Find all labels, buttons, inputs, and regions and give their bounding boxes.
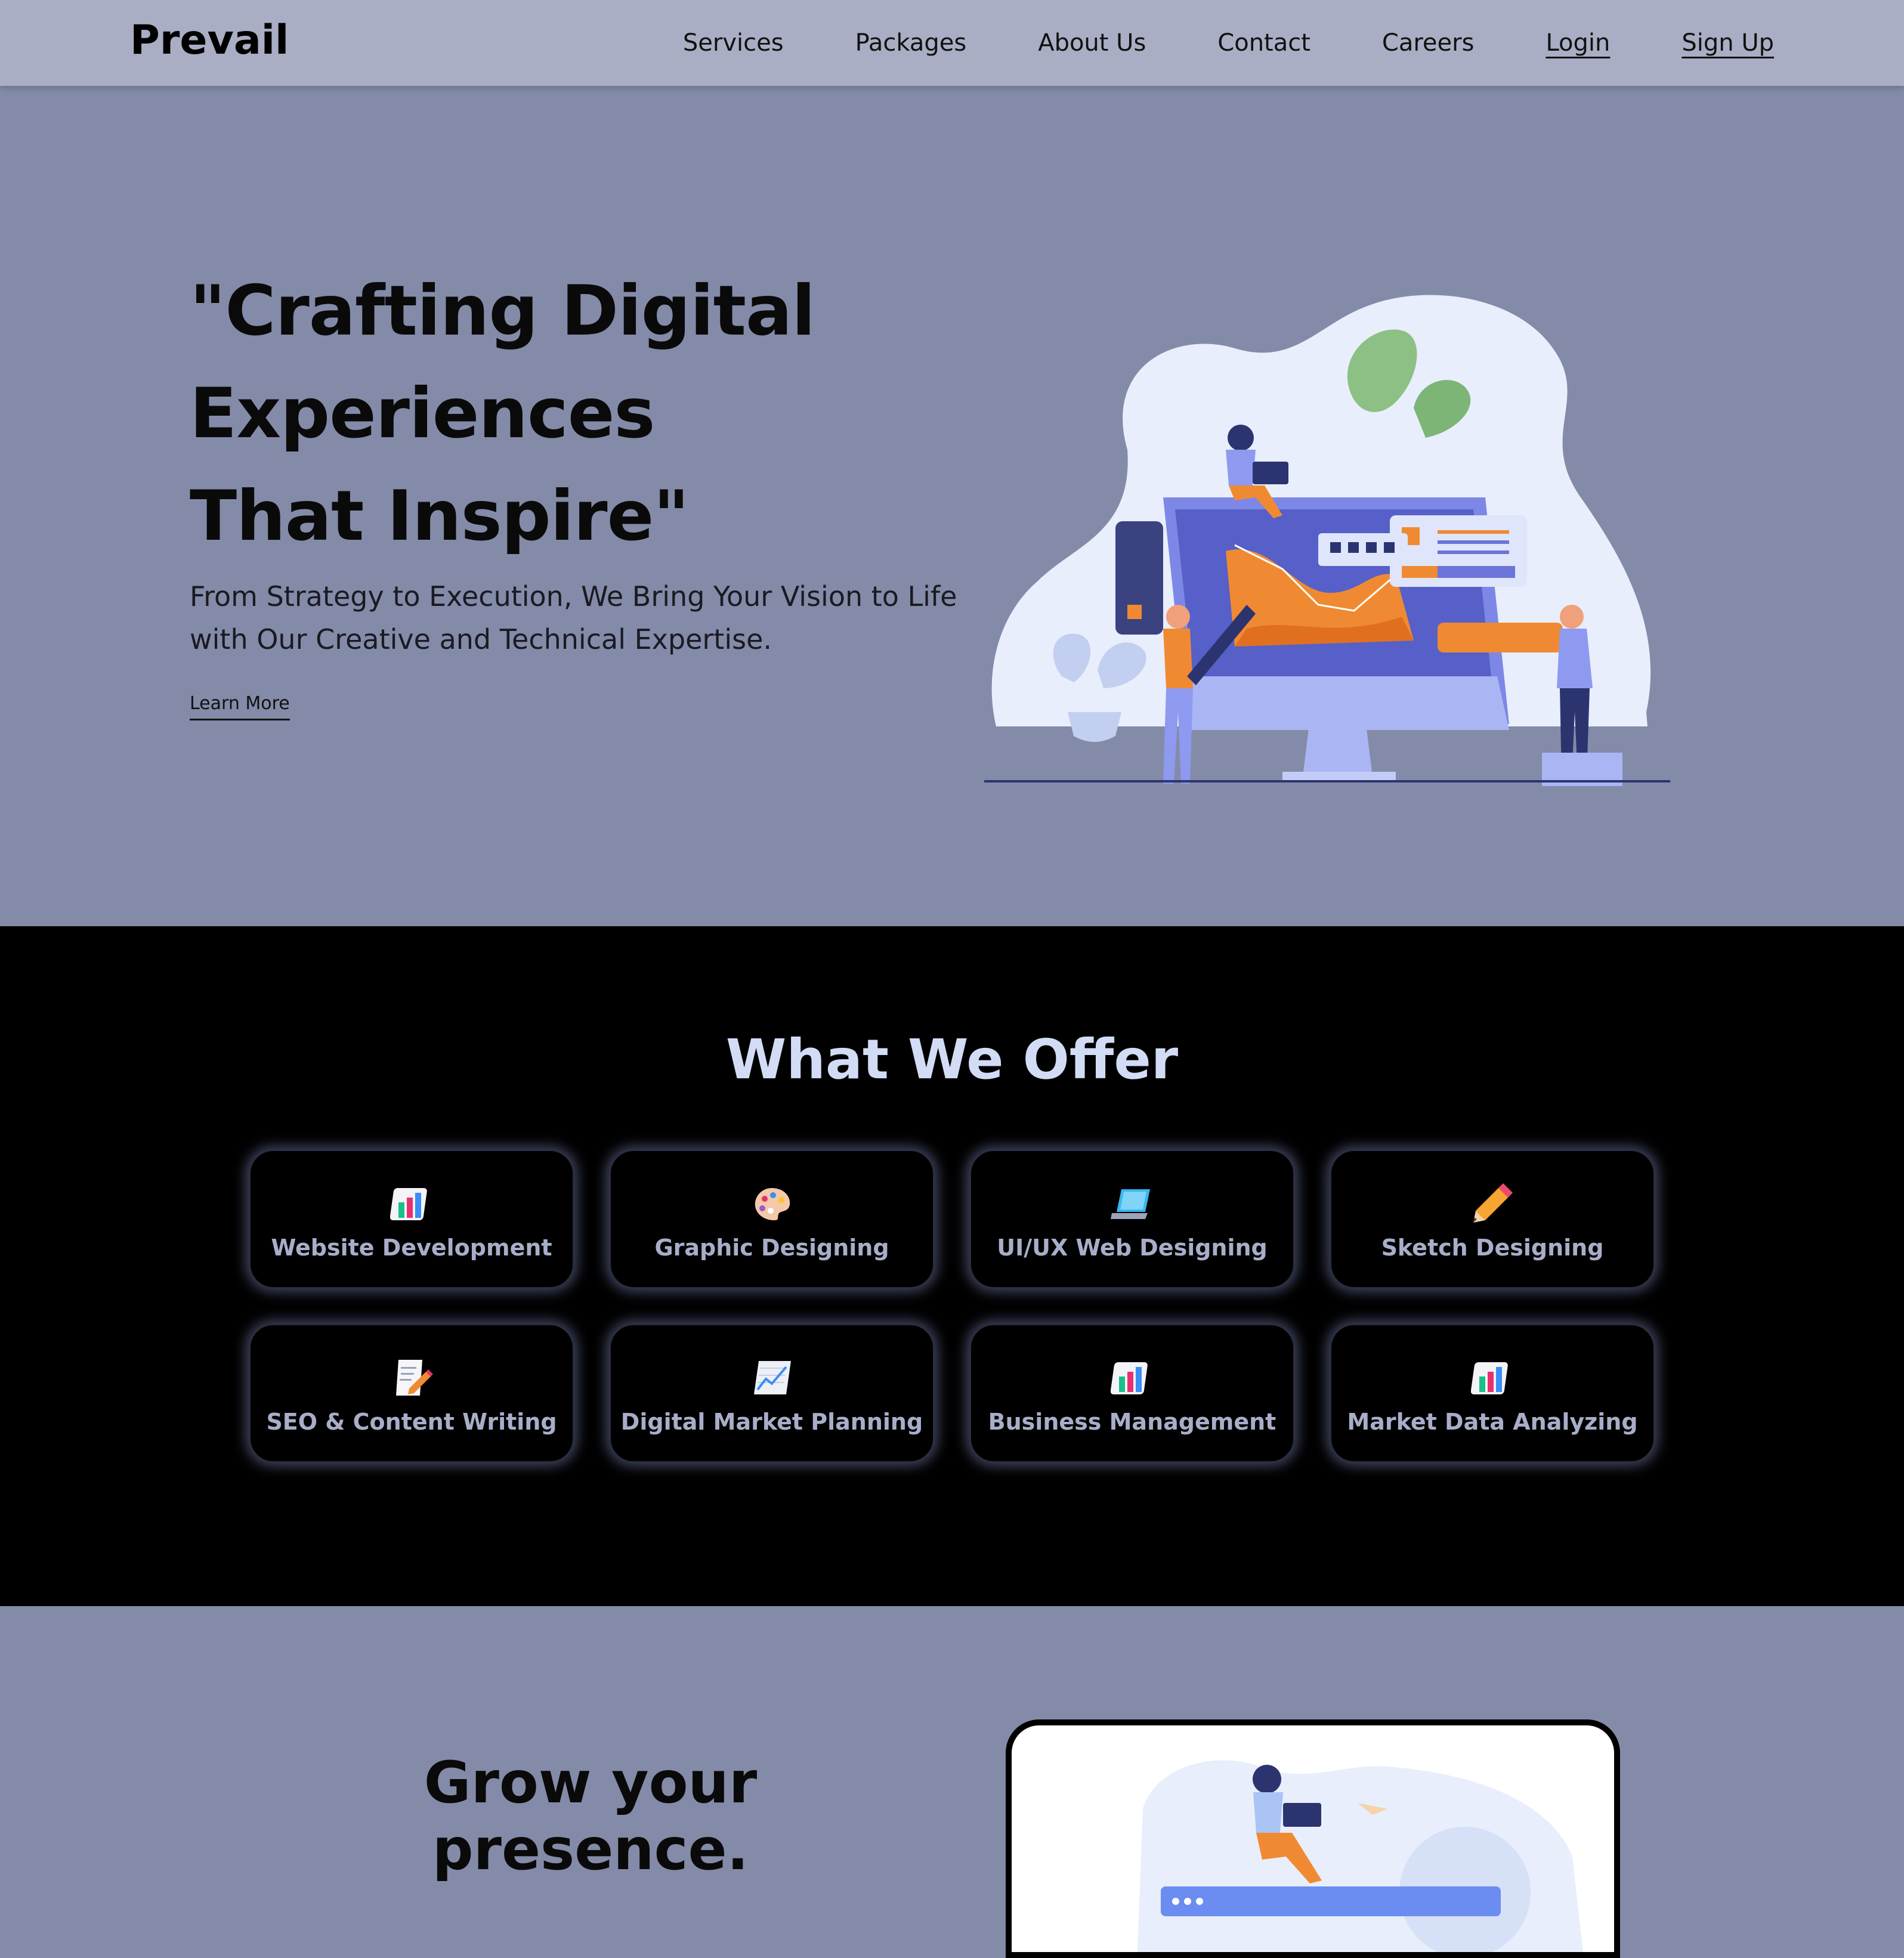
- sign-up-link[interactable]: Sign Up: [1682, 25, 1774, 61]
- nav-item-packages[interactable]: Packages: [855, 25, 967, 61]
- nav-item-about-us[interactable]: About Us: [1038, 25, 1146, 61]
- service-card-label: SEO & Content Writing: [266, 1409, 557, 1435]
- service-card-market-data-analyzing[interactable]: Market Data Analyzing: [1330, 1324, 1655, 1462]
- hero-section: "Crafting Digital Experiences That Inspi…: [0, 86, 1904, 926]
- bar-chart-icon: [251, 1182, 573, 1225]
- hero-subtitle: From Strategy to Execution, We Bring You…: [190, 580, 957, 655]
- nav-item-careers[interactable]: Careers: [1382, 25, 1475, 61]
- laptop-icon: [971, 1182, 1293, 1225]
- learn-more-link[interactable]: Learn More: [190, 693, 290, 720]
- grow-title: Grow your presence.: [424, 1749, 758, 1883]
- service-card-label: Graphic Designing: [654, 1235, 889, 1261]
- memo-icon: [251, 1356, 573, 1399]
- top-navbar: Prevail Services Packages About Us Conta…: [0, 0, 1904, 86]
- offer-title: What We Offer: [725, 1028, 1179, 1091]
- service-card-label: Sketch Designing: [1381, 1235, 1604, 1261]
- hero-title: "Crafting Digital Experiences That Inspi…: [190, 271, 815, 556]
- hero-illustration: [984, 295, 1670, 786]
- service-card-business-management[interactable]: Business Management: [970, 1324, 1294, 1462]
- nav-links: Services Packages About Us Contact Caree…: [683, 25, 1774, 61]
- grow-illustration: [1137, 1760, 1583, 1952]
- service-card-label: Market Data Analyzing: [1347, 1409, 1638, 1435]
- service-card-label: Business Management: [988, 1409, 1276, 1435]
- brand-logo[interactable]: Prevail: [130, 17, 289, 64]
- login-link[interactable]: Login: [1546, 25, 1610, 61]
- nav-item-contact[interactable]: Contact: [1217, 25, 1310, 61]
- pencil-icon: [1331, 1182, 1653, 1225]
- offer-section: What We Offer Website Development Graphi…: [0, 926, 1904, 1606]
- service-card-graphic-designing[interactable]: Graphic Designing: [610, 1150, 934, 1288]
- grow-section: Grow your presence.: [0, 1606, 1904, 1958]
- service-card-label: Website Development: [271, 1235, 552, 1261]
- palette-icon: [611, 1182, 933, 1225]
- bar-chart-icon: [1331, 1356, 1653, 1399]
- service-card-digital-market-planning[interactable]: Digital Market Planning: [610, 1324, 934, 1462]
- bar-chart-icon: [971, 1356, 1293, 1399]
- service-card-website-development[interactable]: Website Development: [249, 1150, 574, 1288]
- service-card-label: Digital Market Planning: [620, 1409, 923, 1435]
- service-card-sketch-designing[interactable]: Sketch Designing: [1330, 1150, 1655, 1288]
- service-card-label: UI/UX Web Designing: [997, 1235, 1268, 1261]
- service-grid: Website Development Graphic Designing UI…: [249, 1150, 1655, 1462]
- service-card-seo-content-writing[interactable]: SEO & Content Writing: [249, 1324, 574, 1462]
- nav-item-services[interactable]: Services: [683, 25, 784, 61]
- device-mockup: [1006, 1719, 1620, 1958]
- line-chart-icon: [611, 1356, 933, 1399]
- service-card-ui-ux-web-designing[interactable]: UI/UX Web Designing: [970, 1150, 1294, 1288]
